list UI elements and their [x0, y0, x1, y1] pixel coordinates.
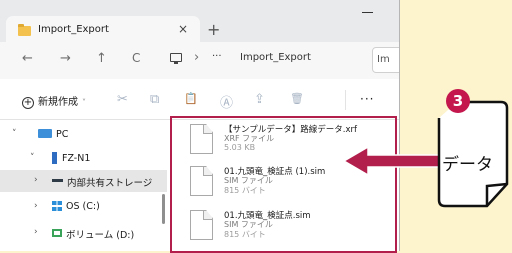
nav-item-label: ボリューム (D:) — [66, 230, 135, 241]
breadcrumb-more[interactable]: ··· — [212, 51, 222, 62]
search-input[interactable]: Im — [372, 47, 399, 73]
nav-item-volume-d[interactable]: › ボリューム (D:) — [0, 222, 167, 244]
minimize-button[interactable] — [362, 12, 373, 13]
nav-item-label: FZ-N1 — [62, 153, 91, 164]
nav-item-label: PC — [56, 129, 69, 140]
rename-icon[interactable]: Ⓐ — [220, 92, 233, 111]
share-icon[interactable]: ⇪ — [254, 92, 265, 107]
back-button[interactable]: ← — [22, 51, 33, 66]
chevron-right-icon[interactable]: › — [34, 175, 38, 185]
plus-icon: + — [22, 97, 34, 109]
chevron-down-icon[interactable]: ˅ — [30, 153, 35, 163]
forward-button[interactable]: → — [60, 51, 71, 66]
arrow-left-icon — [344, 146, 441, 176]
refresh-button[interactable]: C — [132, 51, 140, 65]
command-bar: + 新規作成 ˅ ✂ ⧉ 📋 Ⓐ ⇪ 🗑 ··· — [0, 80, 399, 120]
file-list-highlight-frame — [170, 116, 397, 253]
new-button[interactable]: + 新規作成 ˅ — [22, 93, 86, 109]
new-button-label: 新規作成 — [38, 97, 78, 108]
nav-item-label: OS (C:) — [66, 201, 100, 212]
nav-item-fz-n1[interactable]: ˅ FZ-N1 — [0, 148, 167, 170]
scrollbar[interactable] — [162, 194, 165, 224]
tab-close-button[interactable]: × — [178, 22, 188, 36]
search-placeholder: Im — [377, 54, 390, 65]
step-number-badge: 3 — [446, 89, 470, 113]
copy-icon[interactable]: ⧉ — [150, 92, 159, 107]
delete-icon[interactable]: 🗑 — [290, 92, 304, 105]
chevron-right-icon[interactable]: › — [34, 227, 38, 237]
drive-icon — [52, 229, 62, 237]
up-button[interactable]: ↑ — [96, 51, 107, 66]
cut-icon[interactable]: ✂ — [117, 92, 128, 107]
windows-drive-icon — [52, 201, 62, 211]
data-label: データ — [442, 155, 493, 175]
folder-icon — [18, 24, 31, 36]
pc-icon — [38, 129, 52, 138]
storage-icon — [52, 179, 63, 182]
new-tab-button[interactable]: + — [207, 20, 220, 39]
device-icon — [52, 152, 57, 164]
pc-monitor-icon[interactable] — [170, 53, 182, 64]
nav-item-os-c[interactable]: › OS (C:) — [0, 196, 167, 218]
address-bar: ← → ↑ C › ··· Import_Export Im — [0, 42, 399, 79]
chevron-right-icon[interactable]: › — [34, 201, 38, 211]
nav-item-label: 内部共有ストレージ — [67, 178, 153, 189]
breadcrumb-current[interactable]: Import_Export — [240, 52, 311, 63]
chevron-down-icon[interactable]: ˅ — [12, 129, 17, 139]
chevron-down-icon: ˅ — [82, 98, 86, 107]
toolbar-divider — [345, 90, 346, 110]
nav-item-pc[interactable]: ˅ PC — [0, 124, 167, 146]
nav-item-internal-storage[interactable]: › 内部共有ストレージ — [0, 170, 167, 192]
breadcrumb-chevron[interactable]: › — [194, 50, 199, 65]
more-options-button[interactable]: ··· — [360, 92, 374, 106]
paste-icon[interactable]: 📋 — [184, 92, 198, 105]
navigation-pane: ˅ PC ˅ FZ-N1 › 内部共有ストレージ › OS (C:) › ボリュ… — [0, 120, 167, 251]
tab-label: Import_Export — [38, 24, 109, 35]
